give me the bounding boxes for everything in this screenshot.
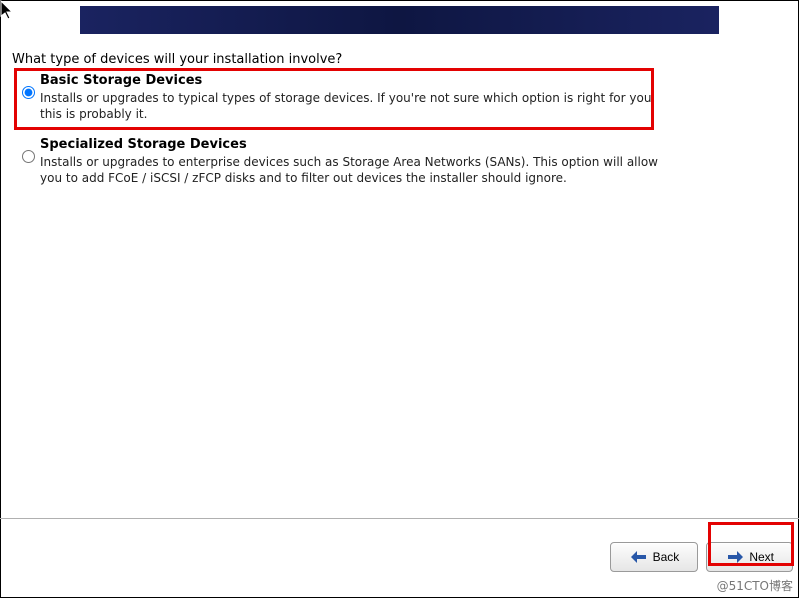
radio-basic-storage[interactable] xyxy=(22,86,35,99)
option-specialized-storage[interactable]: Specialized Storage Devices Installs or … xyxy=(18,134,779,186)
footer-button-row: Back Next xyxy=(610,542,793,572)
next-button[interactable]: Next xyxy=(706,542,793,572)
radio-specialized-storage[interactable] xyxy=(22,150,35,163)
prompt-label: What type of devices will your installat… xyxy=(12,52,342,67)
back-button-label: Back xyxy=(653,550,680,564)
option-basic-description: Installs or upgrades to typical types of… xyxy=(40,90,660,122)
back-button[interactable]: Back xyxy=(610,542,699,572)
option-specialized-description: Installs or upgrades to enterprise devic… xyxy=(40,154,660,186)
footer-separator xyxy=(0,518,799,519)
option-specialized-title: Specialized Storage Devices xyxy=(40,137,779,152)
watermark-label: @51CTO博客 xyxy=(717,577,793,594)
option-basic-storage[interactable]: Basic Storage Devices Installs or upgrad… xyxy=(18,70,779,122)
installer-header-banner xyxy=(80,6,719,34)
option-basic-title: Basic Storage Devices xyxy=(40,73,779,88)
next-button-label: Next xyxy=(749,550,774,564)
arrow-left-icon xyxy=(631,551,647,563)
arrow-right-icon xyxy=(727,551,743,563)
